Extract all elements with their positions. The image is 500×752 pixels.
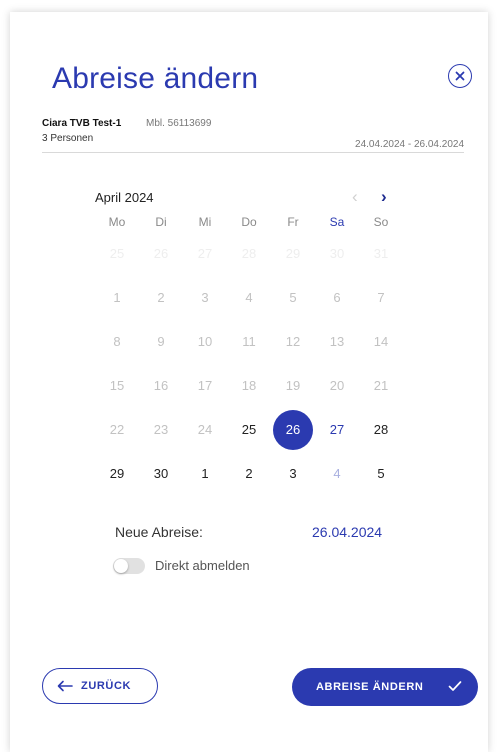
calendar-week: 1 2 3 4 5 6 7 [95,276,403,320]
calendar-day[interactable]: 3 [271,452,315,496]
close-button[interactable] [448,64,472,88]
calendar-day: 6 [333,290,341,305]
calendar-day: 1 [113,290,121,305]
calendar-day: 24 [197,422,213,437]
calendar-day: 26 [153,246,169,261]
calendar-day[interactable]: 30 [139,452,183,496]
calendar-day: 9 [157,334,165,349]
calendar-day: 10 [197,334,213,349]
calendar-week: 15 16 17 18 19 20 21 [95,364,403,408]
guest-name: Ciara TVB Test-1 [42,118,122,129]
calendar-day: 7 [377,290,385,305]
calendar-day: 25 [109,246,125,261]
calendar-day[interactable]: 25 [227,408,271,452]
calendar-day: 16 [153,378,169,393]
dialog-title: Abreise ändern [52,62,259,95]
guest-persons: 3 Personen [42,133,94,144]
direct-checkout-label: Direkt abmelden [155,558,250,573]
calendar-day: 4 [245,290,253,305]
calendar-day: 11 [242,334,256,349]
weekday-label: Do [241,215,257,229]
close-icon [455,71,465,81]
calendar-day: 8 [113,334,121,349]
calendar-day[interactable]: 28 [359,408,403,452]
weekday-label: Mi [198,215,212,229]
calendar-grid: Mo Di Mi Do Fr Sa So 25 26 27 28 29 30 3… [95,212,403,496]
calendar-day: 17 [197,378,213,393]
direct-checkout-toggle[interactable] [113,558,145,574]
calendar-day[interactable]: 1 [183,452,227,496]
calendar-day: 13 [329,334,345,349]
arrow-left-icon [57,680,73,692]
calendar-day: 29 [285,246,301,261]
calendar-day: 12 [285,334,301,349]
calendar-day-selected[interactable]: 26 [271,408,315,452]
calendar-day: 18 [241,378,257,393]
calendar-day: 30 [329,246,345,261]
back-button-label: ZURÜCK [81,680,132,692]
check-icon [448,681,462,691]
calendar-day[interactable]: 5 [359,452,403,496]
prev-month-button[interactable]: ‹ [352,188,358,205]
calendar-month-label: April 2024 [95,190,154,205]
calendar-day: 5 [289,290,297,305]
calendar-day[interactable]: 29 [95,452,139,496]
stay-dates: 24.04.2024 - 26.04.2024 [355,139,464,150]
calendar-day: 2 [157,290,165,305]
weekday-label: So [373,215,389,229]
new-departure-label: Neue Abreise: [115,524,203,540]
calendar-day[interactable]: 27 [315,408,359,452]
calendar-week: 22 23 24 25 26 27 28 [95,408,403,452]
weekday-label: Sa [329,215,345,229]
calendar-week: 8 9 10 11 12 13 14 [95,320,403,364]
change-departure-label: ABREISE ÄNDERN [316,681,424,693]
back-button[interactable]: ZURÜCK [42,668,158,704]
calendar-day[interactable]: 4 [315,452,359,496]
calendar-week: 25 26 27 28 29 30 31 [95,232,403,276]
calendar-day: 19 [285,378,301,393]
weekday-label: Mo [108,215,126,229]
toggle-knob [114,559,128,573]
weekday-header: Mo Di Mi Do Fr Sa So [95,212,403,232]
change-departure-button[interactable]: ABREISE ÄNDERN [292,668,478,706]
calendar-day: 3 [201,290,209,305]
calendar-day[interactable]: 2 [227,452,271,496]
calendar-day: 23 [153,422,169,437]
calendar-week: 29 30 1 2 3 4 5 [95,452,403,496]
calendar-day: 22 [109,422,125,437]
calendar-day: 31 [373,246,389,261]
calendar-day: 20 [329,378,345,393]
calendar-day: 28 [241,246,257,261]
calendar-day: 15 [109,378,125,393]
divider [42,152,464,153]
weekday-label: Di [155,215,167,229]
calendar-day: 14 [373,334,389,349]
next-month-button[interactable]: › [381,188,387,205]
calendar-day: 21 [373,378,389,393]
guest-phone: Mbl. 56113699 [146,118,212,129]
new-departure-value: 26.04.2024 [312,524,383,540]
selected-day-label: 26 [273,410,313,450]
weekday-label: Fr [287,215,299,229]
calendar-day: 27 [197,246,213,261]
